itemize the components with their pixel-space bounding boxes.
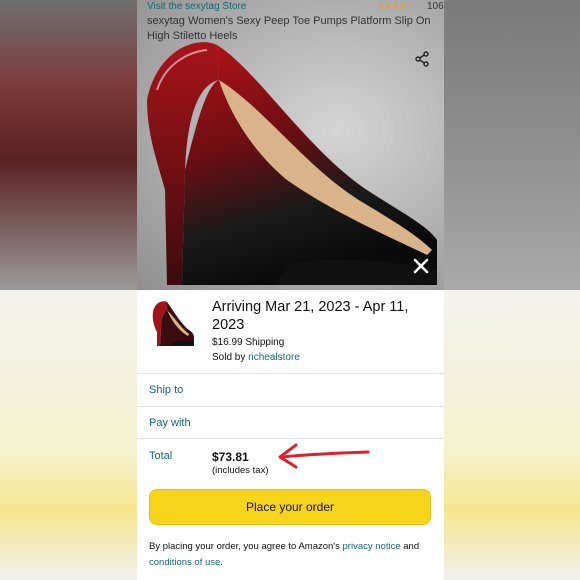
- red-arrow-annotation: [278, 443, 370, 469]
- legal-prefix: By placing your order, you agree to Amaz…: [149, 541, 340, 552]
- conditions-of-use-link[interactable]: conditions of use: [149, 557, 220, 568]
- product-thumbnail[interactable]: [149, 298, 195, 348]
- share-button[interactable]: [409, 46, 435, 72]
- arrival-date: Arriving Mar 21, 2023 - Apr 11, 2023: [212, 299, 409, 333]
- review-count[interactable]: 106: [427, 0, 444, 13]
- legal-and: and: [403, 541, 420, 552]
- checkout-sheet: Arriving Mar 21, 2023 - Apr 11, 2023 $16…: [137, 290, 444, 580]
- share-icon: [415, 51, 429, 67]
- rating-stars[interactable]: ★★★★☆: [377, 0, 413, 13]
- store-row: Visit the sexytag Store ★★★★☆ 106: [147, 0, 444, 13]
- close-icon: [413, 258, 429, 274]
- blurred-background-right: [443, 0, 580, 290]
- pay-with-row[interactable]: Pay with: [149, 417, 191, 429]
- sold-by-label: Sold by: [212, 352, 246, 363]
- store-link[interactable]: Visit the sexytag Store: [147, 0, 246, 13]
- seller-link[interactable]: richealstore: [248, 352, 300, 363]
- divider: [137, 373, 444, 374]
- product-title: sexytag Women's Sexy Peep Toe Pumps Plat…: [147, 15, 431, 42]
- total-value: $73.81: [212, 450, 249, 464]
- blurred-background-left: [0, 0, 137, 290]
- legal-notice: By placing your order, you agree to Amaz…: [149, 539, 439, 571]
- close-button[interactable]: [411, 258, 431, 278]
- phone-screen: Visit the sexytag Store ★★★★☆ 106 sexyta…: [137, 0, 444, 580]
- privacy-notice-link[interactable]: privacy notice: [343, 541, 401, 552]
- total-label: Total: [149, 450, 173, 462]
- shipping-cost: $16.99 Shipping: [212, 337, 285, 348]
- place-order-button[interactable]: Place your order: [149, 489, 431, 525]
- divider: [137, 406, 444, 407]
- total-tax-note: (includes tax): [212, 465, 269, 476]
- sold-by: Sold by richealstore: [212, 352, 300, 363]
- ship-to-row[interactable]: Ship to: [149, 384, 183, 396]
- product-image-area: Visit the sexytag Store ★★★★☆ 106 sexyta…: [137, 0, 444, 290]
- product-image: [147, 42, 437, 285]
- legal-suffix: .: [220, 557, 223, 568]
